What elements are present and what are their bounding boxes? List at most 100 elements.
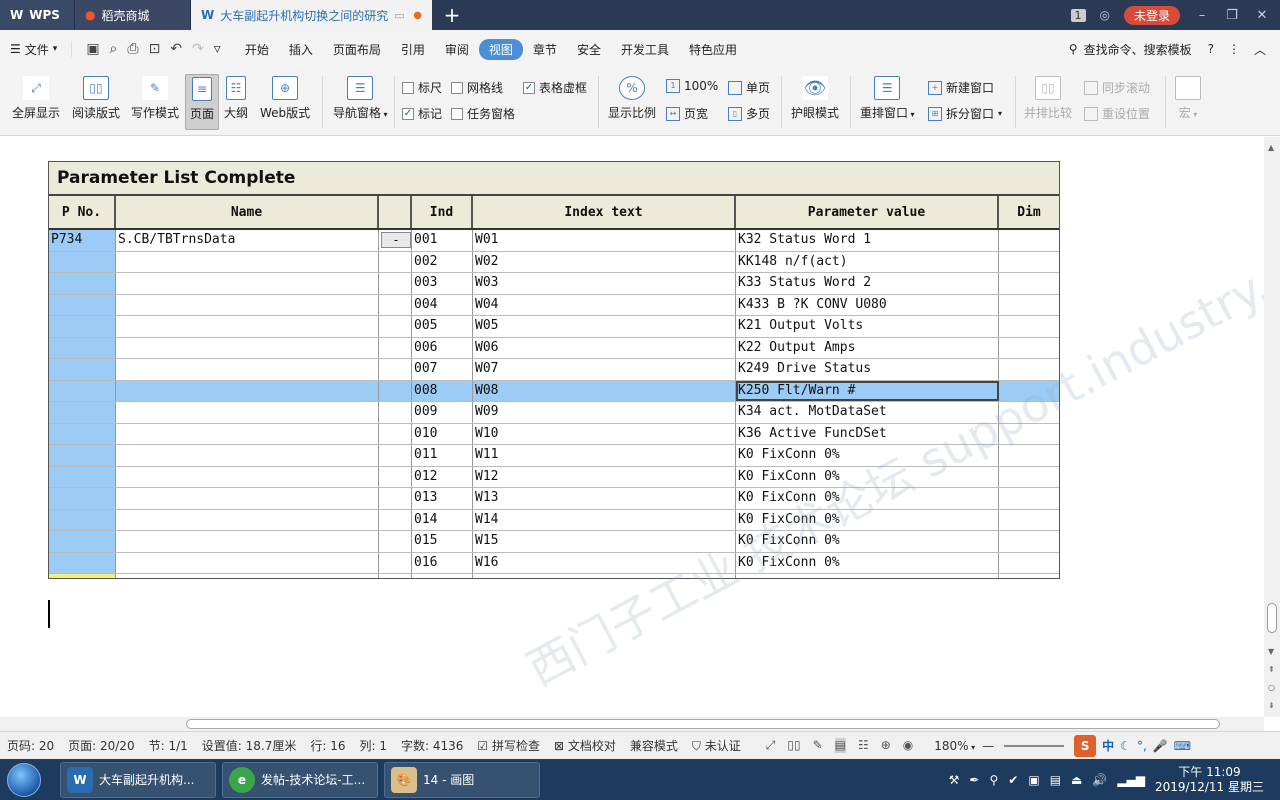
multi-page-button[interactable]: ▯ 多页 <box>728 105 770 122</box>
customize-icon[interactable]: ▿ <box>214 41 221 57</box>
zoom-ratio-button[interactable]: % 显示比例 <box>608 76 656 121</box>
gridlines-checkbox[interactable]: 网格线 <box>451 79 503 96</box>
page-view-button[interactable]: ≡ 页面 <box>185 74 219 130</box>
web-layout-button[interactable]: ⊕ Web版式 <box>260 76 310 121</box>
sync-scroll-button[interactable]: 同步滚动 <box>1084 79 1150 96</box>
write-mode-icon[interactable]: ✎ <box>813 738 823 753</box>
horizontal-scroll-thumb[interactable] <box>186 719 1220 729</box>
menu-insert[interactable]: 插入 <box>279 39 323 60</box>
write-mode-button[interactable]: ✎ 写作模式 <box>131 76 179 121</box>
side-by-side-button[interactable]: ▯▯ 并排比较 <box>1024 76 1072 121</box>
status-section[interactable]: 节: 1/1 <box>142 737 195 754</box>
fullscreen-button[interactable]: ⤢ 全屏显示 <box>12 76 60 121</box>
login-button[interactable]: 未登录 <box>1123 5 1180 25</box>
vertical-scrollbar[interactable]: ▲ ▼ ⇞ ○ ⇟ <box>1264 137 1280 717</box>
tab-wps[interactable]: W WPS <box>0 0 74 30</box>
select-browse-icon[interactable]: ○ <box>1268 683 1275 692</box>
monitor-icon[interactable]: ▭ <box>394 9 404 22</box>
menu-developer[interactable]: 开发工具 <box>611 39 679 60</box>
status-page-num[interactable]: 页码: 20 <box>0 737 61 754</box>
tray-pen-icon[interactable]: ✒ <box>969 773 979 787</box>
document-canvas[interactable]: Parameter List Complete P No. Name Ind I… <box>0 137 1264 717</box>
tray-search-icon[interactable]: ⚲ <box>989 773 998 787</box>
tab-docer-store[interactable]: ● 稻壳商城 <box>74 0 190 30</box>
menu-security[interactable]: 安全 <box>567 39 611 60</box>
restore-icon[interactable]: ❐ <box>1224 8 1240 23</box>
status-col[interactable]: 列: 1 <box>352 737 394 754</box>
ime-language[interactable]: 中 <box>1102 737 1114 754</box>
menu-review[interactable]: 审阅 <box>435 39 479 60</box>
help-icon[interactable]: ? <box>1208 42 1214 56</box>
task-browser[interactable]: e 发帖-技术论坛-工... <box>222 761 378 798</box>
print-icon[interactable]: ⎙ <box>127 41 138 57</box>
fullscreen-icon[interactable]: ⤢ <box>766 738 776 753</box>
arrange-window-button[interactable]: ☰ 重排窗口 ▾ <box>860 76 915 121</box>
tray-monitor-icon[interactable]: ▣ <box>1028 773 1039 787</box>
prev-page-icon[interactable]: ⇞ <box>1268 665 1275 674</box>
next-page-icon[interactable]: ⇟ <box>1268 701 1275 710</box>
tray-tool-icon[interactable]: ⚒ <box>949 773 960 787</box>
undo-icon[interactable]: ↶ <box>170 41 182 57</box>
outline-button[interactable]: ☷ 大纲 <box>224 76 248 121</box>
zoom-out-icon[interactable]: — <box>982 739 994 753</box>
new-tab-button[interactable]: + <box>432 0 472 30</box>
split-window-button[interactable]: ⊞ 拆分窗口 ▾ <box>928 105 1002 122</box>
eye-mode-button[interactable]: 👁 护眼模式 <box>791 76 839 121</box>
macro-button[interactable]: 宏 ▾ <box>1175 76 1201 121</box>
zoom-level[interactable]: 180% ▾ <box>927 739 982 753</box>
outline-icon[interactable]: ☷ <box>858 738 869 753</box>
command-search[interactable]: ⚲ 查找命令、搜索模板 ? ⋮ ︿ <box>1069 41 1280 58</box>
sogou-logo-icon[interactable]: S <box>1074 734 1097 757</box>
punctuation-icon[interactable]: °, <box>1137 739 1147 753</box>
status-setting[interactable]: 设置值: 18.7厘米 <box>195 737 304 754</box>
tray-security-icon[interactable]: ✔ <box>1008 773 1018 787</box>
close-icon[interactable]: ✕ <box>1254 8 1270 23</box>
file-menu[interactable]: ☰ 文件 ▾ <box>10 41 71 58</box>
horizontal-scrollbar[interactable] <box>0 717 1264 731</box>
single-page-button[interactable]: 单页 <box>728 79 770 96</box>
new-window-button[interactable]: + 新建窗口 <box>928 79 994 96</box>
status-word-count[interactable]: 字数: 4136 <box>394 737 470 754</box>
ruler-checkbox[interactable]: 标尺 <box>402 79 442 96</box>
page-width-button[interactable]: ↔ 页宽 <box>666 105 708 122</box>
eye-icon[interactable]: ◉ <box>903 738 913 753</box>
scroll-up-icon[interactable]: ▲ <box>1268 143 1274 152</box>
unsaved-dot-icon[interactable]: ● <box>413 10 422 21</box>
volume-icon[interactable]: 🔊 <box>1092 773 1107 787</box>
start-button[interactable] <box>0 760 48 800</box>
nav-pane-button[interactable]: ☰ 导航窗格 ▾ <box>333 76 388 121</box>
format-painter-icon[interactable]: ⌕ <box>110 41 118 57</box>
menu-page-layout[interactable]: 页面布局 <box>323 39 391 60</box>
page-view-icon[interactable]: ▤ <box>834 738 846 753</box>
page-badge[interactable]: 1 <box>1070 8 1086 22</box>
menu-view[interactable]: 视图 <box>478 38 523 60</box>
redo-icon[interactable]: ↷ <box>192 41 204 57</box>
read-mode-button[interactable]: ▯▯ 阅读版式 <box>72 76 120 121</box>
network-signal-icon[interactable]: ▂▄▆ <box>1117 773 1145 787</box>
scroll-down-icon[interactable]: ▼ <box>1268 647 1274 656</box>
web-layout-icon[interactable]: ⊕ <box>881 738 891 753</box>
zoom-slider[interactable] <box>1004 744 1065 747</box>
keyboard-icon[interactable]: ⌨ <box>1174 739 1191 753</box>
task-paint[interactable]: 🎨 14 - 画图 <box>384 761 540 798</box>
read-mode-icon[interactable]: ▯▯ <box>787 738 800 753</box>
tray-usb-icon[interactable]: ⏏ <box>1071 773 1082 787</box>
reset-position-button[interactable]: 重设位置 <box>1084 105 1150 122</box>
marks-checkbox[interactable]: ✓ 标记 <box>402 105 442 122</box>
clock[interactable]: 下午 11:09 2019/12/11 星期三 <box>1155 765 1264 795</box>
microphone-icon[interactable]: 🎤 <box>1153 739 1168 753</box>
print-preview-icon[interactable]: ⊡ <box>149 41 161 57</box>
skin-icon[interactable]: ◎ <box>1100 8 1110 22</box>
tray-display-icon[interactable]: ▤ <box>1050 773 1061 787</box>
doc-proof-button[interactable]: ⊠ 文档校对 <box>547 737 623 754</box>
status-row[interactable]: 行: 16 <box>303 737 352 754</box>
status-pages[interactable]: 页面: 20/20 <box>61 737 141 754</box>
task-wps-writer[interactable]: W 大车副起升机构... <box>60 761 216 798</box>
menu-home[interactable]: 开始 <box>235 39 279 60</box>
minimize-icon[interactable]: – <box>1194 8 1210 23</box>
menu-references[interactable]: 引用 <box>391 39 435 60</box>
tab-document[interactable]: W 大车副起升机构切换之间的研究 ▭ ● <box>190 0 432 30</box>
menu-chapter[interactable]: 章节 <box>523 39 567 60</box>
moon-icon[interactable]: ☾ <box>1120 739 1131 753</box>
vertical-scroll-thumb[interactable] <box>1267 603 1277 633</box>
